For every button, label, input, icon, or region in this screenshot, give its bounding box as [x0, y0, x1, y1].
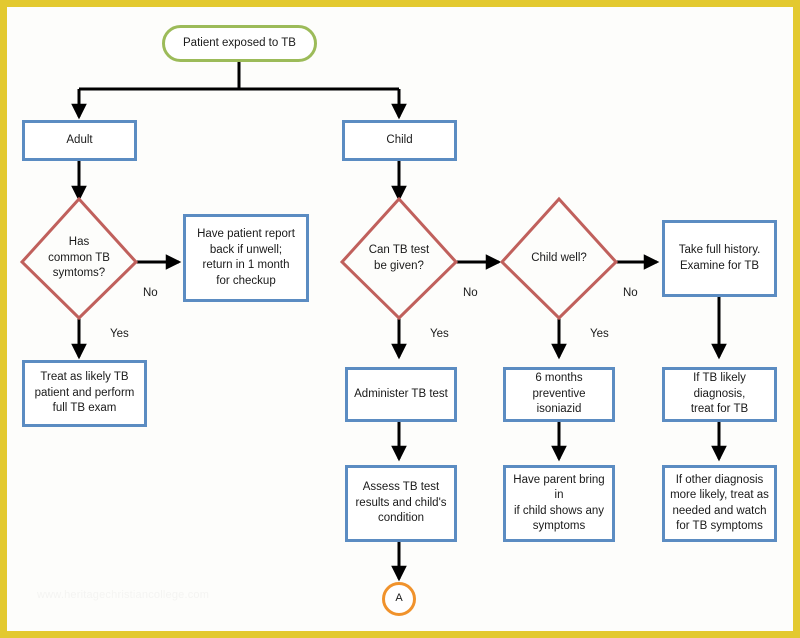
node-offpage-connector-a[interactable]: A — [382, 582, 416, 616]
node-assess-results[interactable]: Assess TB test results and child's condi… — [345, 465, 457, 542]
node-child[interactable]: Child — [342, 120, 457, 161]
watermark-text: www.heritagechristiancollege.com — [37, 589, 210, 601]
node-isoniazid[interactable]: 6 months preventive isoniazid — [503, 367, 615, 422]
node-tb-likely-label: If TB likely diagnosis, treat for TB — [690, 372, 749, 416]
node-adult-symptoms-label: Has common TB symtoms? — [48, 236, 110, 280]
node-take-history-label: Take full history. Examine for TB — [678, 244, 761, 272]
node-other-diagnosis-label: If other diagnosis more likely, treat as… — [670, 473, 769, 533]
node-tbtest-label: Can TB test be given? — [368, 244, 430, 272]
node-take-history[interactable]: Take full history. Examine for TB — [662, 220, 777, 297]
node-tbtest-decision[interactable]: Can TB test be given? — [342, 199, 456, 318]
flowchart-canvas: Patient exposed to TB Adult Child Has co… — [0, 0, 800, 638]
node-adult-no-action[interactable]: Have patient report back if unwell; retu… — [183, 214, 309, 302]
node-adult[interactable]: Adult — [22, 120, 137, 161]
node-parent-bring-in-label: Have parent bring in if child shows any … — [513, 473, 605, 533]
node-administer-test[interactable]: Administer TB test — [345, 367, 457, 422]
node-parent-bring-in[interactable]: Have parent bring in if child shows any … — [503, 465, 615, 542]
node-administer-test-label: Administer TB test — [354, 387, 448, 400]
node-other-diagnosis[interactable]: If other diagnosis more likely, treat as… — [662, 465, 777, 542]
node-adult-label: Adult — [66, 133, 93, 146]
edge-label-tbtest-no: No — [463, 287, 478, 299]
node-adult-yes-action[interactable]: Treat as likely TB patient and perform f… — [22, 360, 147, 427]
node-adult-no-action-label: Have patient report back if unwell; retu… — [197, 228, 295, 287]
edge-label-adult-no: No — [143, 287, 158, 299]
edge-label-childwell-no: No — [623, 287, 638, 299]
node-adult-symptoms-decision[interactable]: Has common TB symtoms? — [22, 199, 136, 318]
node-start[interactable]: Patient exposed to TB — [162, 25, 317, 62]
node-childwell-decision[interactable]: Child well? — [502, 199, 616, 318]
edge-label-adult-yes: Yes — [110, 328, 129, 340]
node-assess-results-label: Assess TB test results and child's condi… — [355, 481, 447, 525]
node-offpage-connector-a-label: A — [395, 592, 403, 605]
node-adult-yes-action-label: Treat as likely TB patient and perform f… — [34, 371, 135, 415]
node-tb-likely[interactable]: If TB likely diagnosis, treat for TB — [662, 367, 777, 422]
node-child-label: Child — [386, 133, 413, 146]
edge-label-tbtest-yes: Yes — [430, 328, 449, 340]
edge-label-childwell-yes: Yes — [590, 328, 609, 340]
node-isoniazid-label: 6 months preventive isoniazid — [532, 372, 586, 416]
node-childwell-label: Child well? — [531, 251, 587, 264]
node-start-label: Patient exposed to TB — [183, 36, 296, 49]
